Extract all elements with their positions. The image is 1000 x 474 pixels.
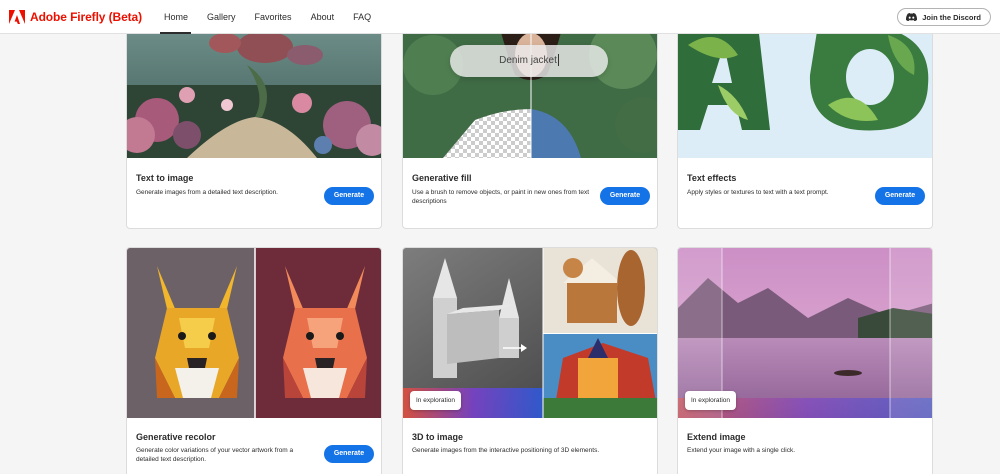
nav-favorites[interactable]: Favorites	[245, 0, 301, 34]
nav-faq[interactable]: FAQ	[343, 0, 380, 34]
card-image	[127, 25, 381, 158]
adobe-logo-icon	[9, 9, 25, 24]
card-extend-image[interactable]: In exploration Extend image Extend your …	[677, 247, 933, 474]
card-body: Generative recolor Generate color variat…	[127, 418, 381, 474]
discord-icon	[906, 13, 918, 21]
card-description: Generate images from a detailed text des…	[136, 189, 278, 196]
card-body: Generative fill Use a brush to remove ob…	[403, 158, 657, 228]
card-generative-recolor[interactable]: Generative recolor Generate color variat…	[126, 247, 382, 474]
card-description: Generate color variations of your vector…	[136, 447, 294, 463]
card-description: Generate images from the interactive pos…	[412, 447, 600, 454]
card-body: Extend image Extend your image with a si…	[678, 418, 932, 474]
generate-button[interactable]: Generate	[324, 187, 374, 205]
prompt-text: Denim jacket	[499, 55, 557, 66]
card-3d-to-image[interactable]: In exploration 3D to image Generate imag…	[402, 247, 658, 474]
card-title: Extend image	[687, 432, 746, 442]
card-title: Generative recolor	[136, 432, 216, 442]
card-title: Text effects	[687, 173, 737, 183]
nav-about[interactable]: About	[301, 0, 344, 34]
card-text-to-image[interactable]: Text to image Generate images from a det…	[126, 24, 382, 229]
card-text-effects[interactable]: Text effects Apply styles or textures to…	[677, 24, 933, 229]
card-image: In exploration	[678, 248, 932, 418]
card-image: Denim jacket	[403, 25, 657, 158]
top-nav-bar: Adobe Firefly (Beta) Home Gallery Favori…	[0, 0, 1000, 34]
join-discord-button[interactable]: Join the Discord	[897, 8, 991, 26]
card-image: In exploration	[403, 248, 657, 418]
text-caret	[557, 54, 559, 67]
fantasy-garden-image	[127, 25, 381, 158]
prompt-input-overlay: Denim jacket	[450, 45, 608, 77]
card-description: Extend your image with a single click.	[687, 447, 796, 454]
nav-home[interactable]: Home	[154, 0, 197, 34]
brand-name: Adobe Firefly (Beta)	[30, 9, 143, 24]
card-title: 3D to image	[412, 432, 464, 442]
generate-button[interactable]: Generate	[600, 187, 650, 205]
card-generative-fill[interactable]: Denim jacket Generative fill Use a brush…	[402, 24, 658, 229]
card-description: Use a brush to remove objects, or paint …	[412, 189, 590, 205]
brand-link[interactable]: Adobe Firefly (Beta)	[9, 9, 143, 24]
generative-recolor-image	[127, 248, 381, 418]
main-nav: Home Gallery Favorites About FAQ	[154, 0, 380, 34]
text-effects-image	[678, 25, 932, 158]
card-image	[127, 248, 381, 418]
card-body: 3D to image Generate images from the int…	[403, 418, 657, 474]
generate-button[interactable]: Generate	[875, 187, 925, 205]
card-image	[678, 25, 932, 158]
card-description: Apply styles or textures to text with a …	[687, 189, 829, 196]
card-title: Text to image	[136, 173, 194, 183]
card-body: Text to image Generate images from a det…	[127, 158, 381, 228]
discord-label: Join the Discord	[922, 12, 981, 22]
card-title: Generative fill	[412, 173, 472, 183]
generate-button[interactable]: Generate	[324, 445, 374, 463]
card-body: Text effects Apply styles or textures to…	[678, 158, 932, 228]
in-exploration-badge: In exploration	[685, 391, 737, 410]
nav-gallery[interactable]: Gallery	[197, 0, 245, 34]
in-exploration-badge: In exploration	[410, 391, 462, 410]
